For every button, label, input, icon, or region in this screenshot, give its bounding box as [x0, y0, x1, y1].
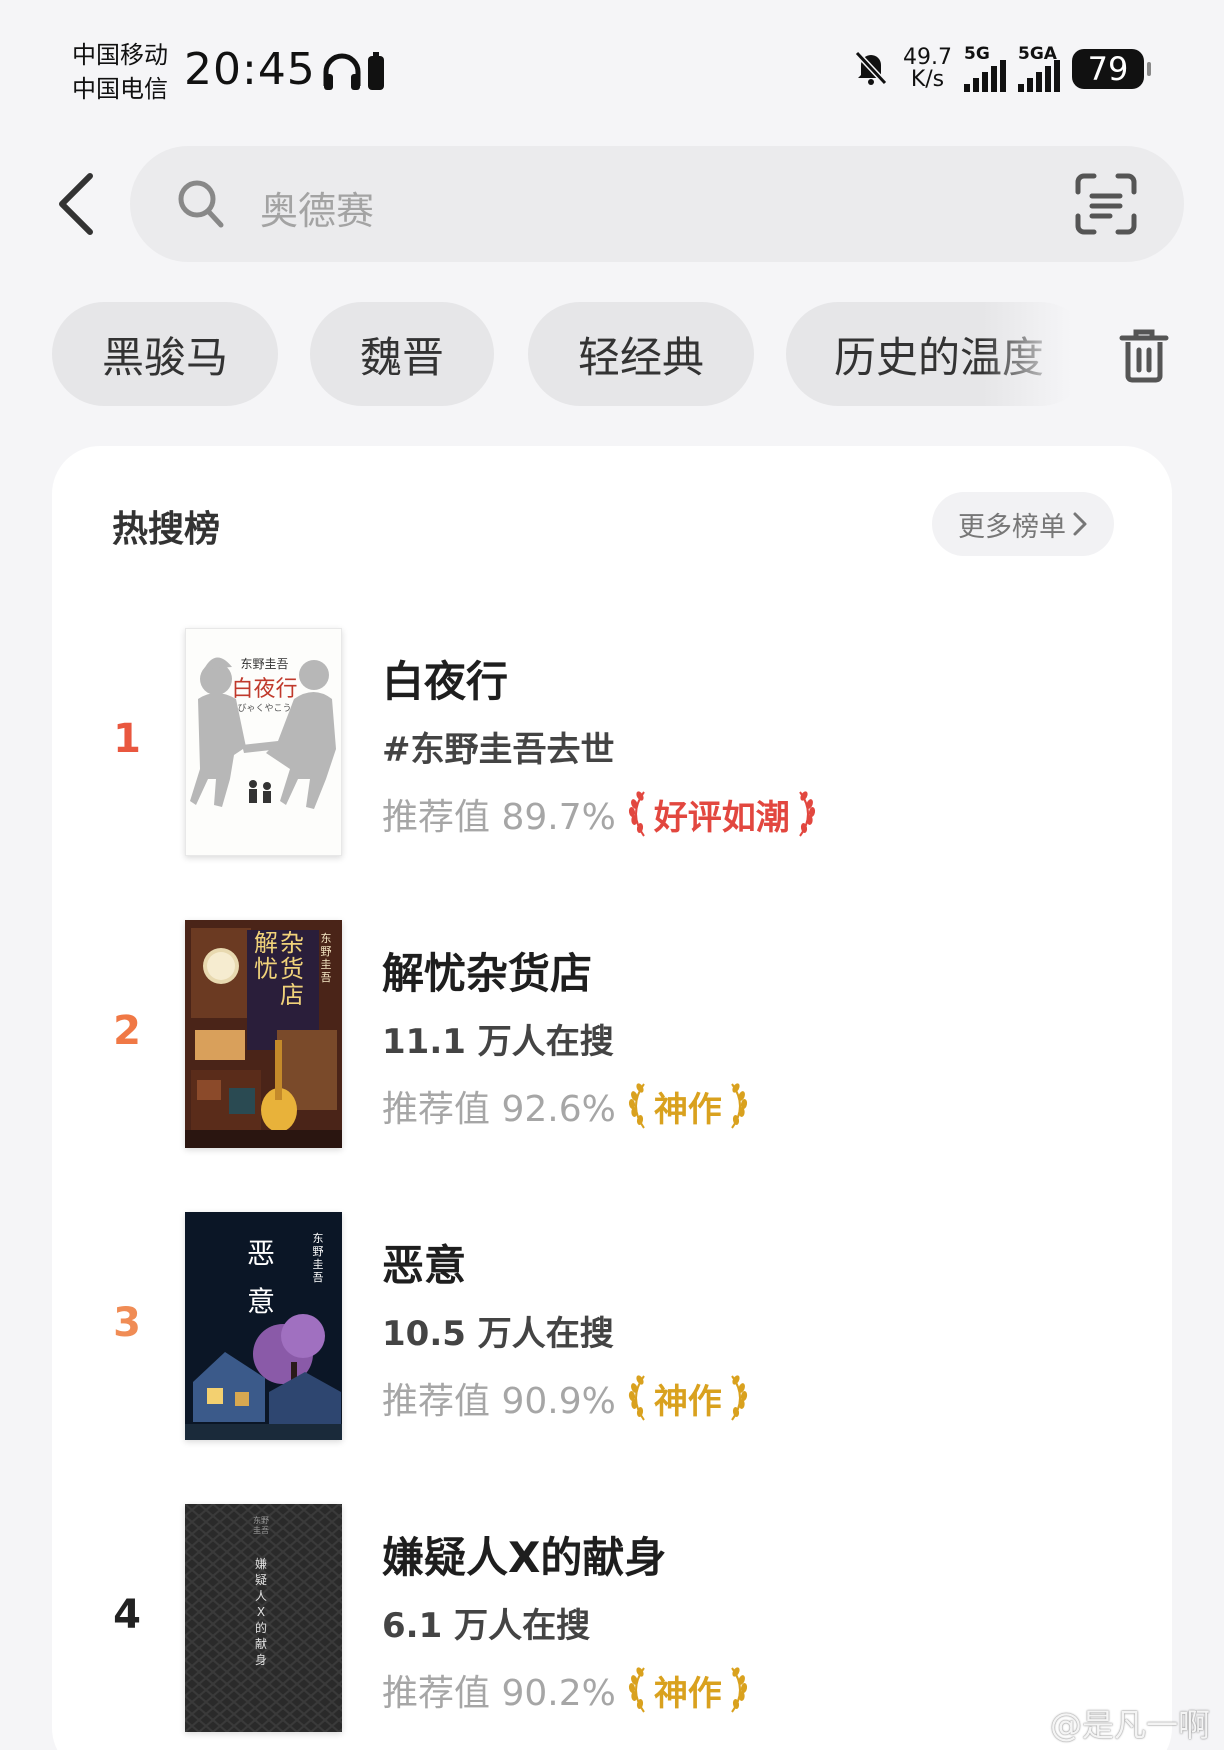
mute-bell-icon	[851, 47, 891, 91]
rank-number: 1	[113, 716, 141, 762]
rank-number: 4	[113, 1592, 141, 1638]
signal-1-icon: 5G	[964, 44, 1006, 92]
hot-list-item[interactable]: 1 东野圭吾 白夜行 びゃくやこう 白夜行 #东野圭吾去世 推荐值 89.7% …	[52, 628, 1172, 858]
recommend-value: 推荐值 89.7%	[382, 797, 616, 838]
signal-1-label: 5G	[964, 44, 990, 64]
cover-author: 东野圭吾	[312, 1232, 324, 1284]
carrier-2: 中国电信	[72, 75, 168, 103]
search-icon	[178, 180, 224, 228]
watermark: @是凡一啊	[1049, 1706, 1210, 1744]
more-lists-button[interactable]: 更多榜单	[932, 492, 1114, 556]
hot-list-item[interactable]: 3 恶意 东野圭吾 恶意 10.5 万人在搜 推荐值 90.9% 神作	[52, 1212, 1172, 1442]
cover-kana: びゃくやこう	[237, 704, 292, 714]
rating-badge: 好评如潮	[626, 790, 818, 839]
book-cover: 恶意 东野圭吾	[185, 1212, 342, 1440]
badge-text: 好评如潮	[653, 797, 790, 838]
recommend-value: 推荐值 90.9%	[382, 1381, 616, 1422]
history-chip[interactable]: 黑骏马	[52, 302, 278, 406]
laurel-right-icon	[724, 1666, 750, 1714]
book-cover: 东野圭吾 白夜行 びゃくやこう	[185, 628, 342, 856]
laurel-right-icon	[792, 790, 818, 838]
status-bar: 中国移动 中国电信 20:45 49.7 K/s 5G 5GA 79	[0, 0, 1224, 120]
badge-text: 神作	[653, 1381, 722, 1422]
clock: 20:45	[184, 44, 316, 95]
laurel-right-icon	[724, 1082, 750, 1130]
battery-indicator: 79	[1072, 49, 1151, 89]
book-subtitle: 11.1 万人在搜	[382, 1022, 614, 1062]
laurel-left-icon	[626, 1666, 652, 1714]
history-chip[interactable]: 轻经典	[528, 302, 754, 406]
rating-badge: 神作	[626, 1374, 750, 1423]
book-title: 恶意	[382, 1241, 467, 1290]
cover-title: 杂货店	[280, 929, 304, 1009]
carrier-info: 中国移动 中国电信	[72, 38, 168, 106]
laurel-right-icon	[724, 1374, 750, 1422]
book-title: 解忧杂货店	[382, 949, 593, 998]
cover-title: 恶意	[246, 1237, 275, 1318]
search-placeholder: 奥德赛	[260, 189, 375, 233]
hot-search-card: 热搜榜 更多榜单 1 东野圭吾 白夜行 びゃくやこう 白夜行 #东野圭吾去世 推…	[52, 446, 1172, 1750]
rating-badge: 神作	[626, 1666, 750, 1715]
net-speed-value: 49.7	[903, 45, 952, 70]
history-chip[interactable]: 魏晋	[310, 302, 494, 406]
chevron-right-icon	[1073, 512, 1087, 536]
cover-author: 东野圭吾	[253, 1516, 269, 1535]
recommendation-line: 推荐值 90.9% 神作	[382, 1372, 750, 1424]
recommendation-line: 推荐值 92.6% 神作	[382, 1080, 750, 1132]
net-speed-unit: K/s	[910, 67, 945, 92]
search-history: 黑骏马 魏晋 轻经典 历史的温度	[52, 302, 1072, 406]
status-icons: 49.7 K/s 5G 5GA 79	[851, 44, 1151, 94]
recommend-value: 推荐值 92.6%	[382, 1089, 616, 1130]
hot-list-item[interactable]: 2 解忧 杂货店 东野圭吾 解忧杂货店 11.1 万人在搜 推荐值 92.6% …	[52, 920, 1172, 1150]
signal-2-label: 5GA	[1018, 44, 1057, 64]
rank-number: 3	[113, 1300, 141, 1346]
signal-2-icon: 5GA	[1018, 44, 1060, 92]
book-subtitle: 6.1 万人在搜	[382, 1606, 591, 1646]
hot-list-item[interactable]: 4 嫌疑人X的献身 东野圭吾 嫌疑人X的献身 6.1 万人在搜 推荐值 90.2…	[52, 1504, 1172, 1734]
book-title: 白夜行	[382, 657, 509, 706]
book-subtitle: 10.5 万人在搜	[382, 1314, 614, 1354]
chevron-left-icon	[59, 173, 93, 235]
hot-list-title: 热搜榜	[112, 509, 221, 550]
rank-number: 2	[113, 1008, 141, 1054]
headset-icon	[322, 50, 388, 96]
recommend-value: 推荐值 90.2%	[382, 1673, 616, 1714]
laurel-left-icon	[626, 1374, 652, 1422]
badge-text: 神作	[653, 1089, 722, 1130]
laurel-left-icon	[626, 790, 652, 838]
book-cover: 嫌疑人X的献身 东野圭吾	[185, 1504, 342, 1732]
recommendation-line: 推荐值 89.7% 好评如潮	[382, 788, 818, 840]
cover-author: 东野圭吾	[240, 657, 289, 671]
cover-author: 东野圭吾	[320, 932, 332, 984]
more-lists-label: 更多榜单	[958, 511, 1066, 543]
search-input[interactable]: 奥德赛	[130, 146, 1184, 262]
cover-title: 嫌疑人X的献身	[254, 1557, 267, 1667]
recommendation-line: 推荐值 90.2% 神作	[382, 1664, 750, 1716]
chips-fade	[982, 302, 1072, 406]
network-speed: 49.7 K/s	[903, 47, 952, 91]
rating-badge: 神作	[626, 1082, 750, 1131]
back-button[interactable]	[48, 168, 104, 240]
laurel-left-icon	[626, 1082, 652, 1130]
badge-text: 神作	[653, 1673, 722, 1714]
book-subtitle: #东野圭吾去世	[382, 730, 615, 770]
scan-icon[interactable]	[1074, 172, 1138, 236]
book-cover: 解忧 杂货店 东野圭吾	[185, 920, 342, 1148]
book-title: 嫌疑人X的献身	[382, 1533, 667, 1582]
trash-icon[interactable]	[1118, 328, 1170, 384]
carrier-1: 中国移动	[72, 41, 168, 69]
cover-title: 白夜行	[231, 677, 298, 702]
